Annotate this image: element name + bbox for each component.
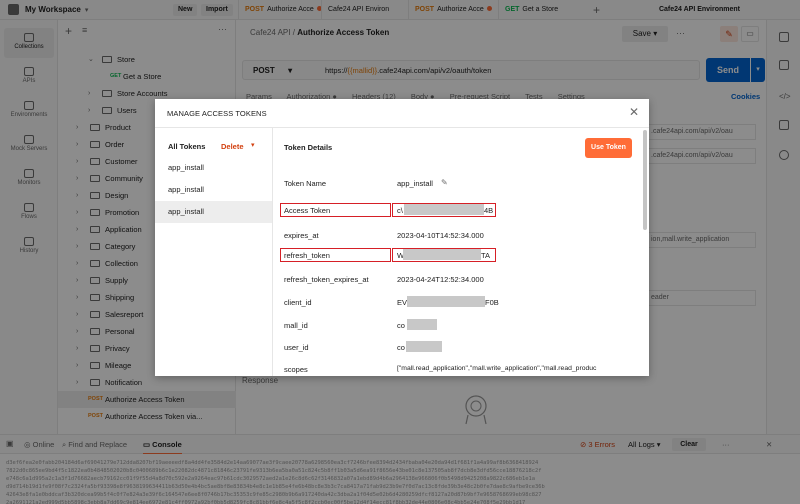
redacted-value xyxy=(407,319,437,330)
field-client-id: client_id EV F0B xyxy=(284,296,499,307)
field-token-name: Token Name app_install ✎ xyxy=(284,178,448,188)
token-item-selected[interactable]: app_install xyxy=(155,201,272,223)
token-item[interactable]: app_install xyxy=(155,157,272,179)
field-mall-id: mall_id co xyxy=(273,316,633,338)
use-token-button[interactable]: Use Token xyxy=(585,138,632,158)
all-tokens-label: All Tokens xyxy=(168,142,206,151)
token-details: Token Details Use Token Token Name app_i… xyxy=(273,128,649,376)
scrollbar[interactable] xyxy=(643,130,647,230)
manage-access-tokens-modal: MANAGE ACCESS TOKENS ✕ All Tokens Delete… xyxy=(155,99,649,376)
chevron-down-icon[interactable]: ▾ xyxy=(251,141,255,149)
redacted-value xyxy=(406,341,442,352)
field-user-id: user_id co xyxy=(273,338,633,360)
field-scopes: scopes ["mall.read_application","mall.wr… xyxy=(284,365,597,374)
token-item[interactable]: app_install xyxy=(155,179,272,201)
redacted-value xyxy=(407,296,485,307)
field-refresh-token-expires-at: refresh_token_expires_at 2023-04-24T12:5… xyxy=(284,275,484,284)
field-expires-at: expires_at 2023-04-10T14:52:34.000 xyxy=(284,231,484,240)
redacted-value xyxy=(403,249,481,260)
close-icon[interactable]: ✕ xyxy=(629,105,639,119)
delete-button[interactable]: Delete xyxy=(221,142,244,151)
edit-icon[interactable]: ✎ xyxy=(441,178,448,187)
field-access-token: Access Token c\ 4B xyxy=(284,204,494,215)
token-list: All Tokens Delete ▾ app_install app_inst… xyxy=(155,128,273,376)
field-refresh-token: refresh_token W TA xyxy=(284,249,491,260)
redacted-value xyxy=(404,204,484,215)
token-name-value: app_install xyxy=(397,179,433,188)
details-title: Token Details xyxy=(284,143,333,152)
modal-title: MANAGE ACCESS TOKENS xyxy=(167,109,267,118)
